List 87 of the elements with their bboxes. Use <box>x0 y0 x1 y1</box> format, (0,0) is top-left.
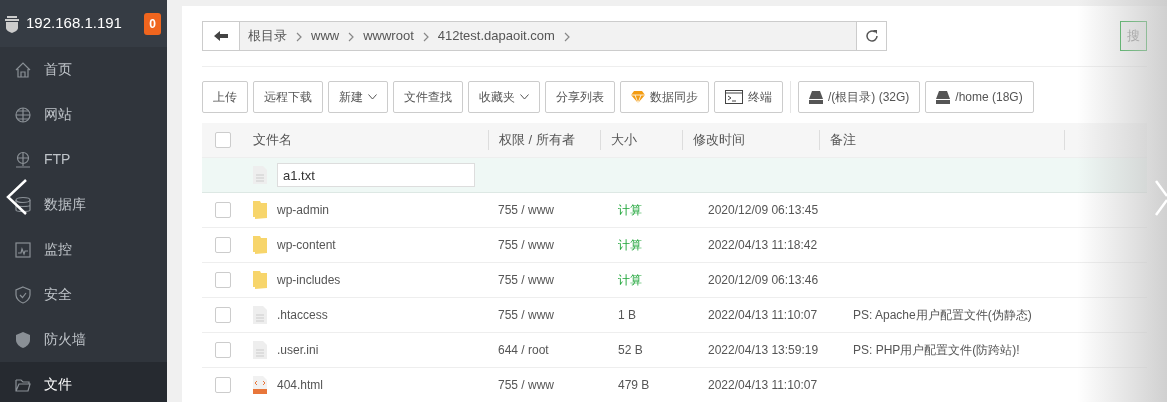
diamond-icon <box>631 91 645 103</box>
html-file-icon <box>253 376 267 394</box>
modified-time: 2022/04/13 11:18:42 <box>707 237 819 254</box>
server-address: 192.168.1.191 <box>26 13 123 34</box>
caret-icon <box>520 94 529 100</box>
file-icon <box>253 166 267 184</box>
drive-icon <box>809 90 823 104</box>
breadcrumb-link[interactable]: wwwroot <box>355 22 422 50</box>
row-checkbox[interactable] <box>215 307 231 323</box>
column-header: 权限 / 所有者 <box>488 130 608 150</box>
back-icon <box>214 31 228 41</box>
file-note: PS: PHP用户配置文件(防跨站)! <box>853 343 1020 357</box>
modified-time: 2022/04/13 11:10:07 <box>707 307 819 324</box>
file-name-input[interactable]: a1.txt <box>277 163 475 187</box>
sidebar-item[interactable]: 数据库 <box>0 182 167 227</box>
file-name[interactable]: wp-includes <box>277 271 341 289</box>
toolbar-button[interactable]: 终端 <box>714 81 783 113</box>
file-note: PS: Apache用户配置文件(伪静态) <box>853 308 1032 322</box>
select-all-checkbox[interactable] <box>215 132 231 148</box>
column-header: 文件名 <box>253 131 293 150</box>
logo-icon <box>4 14 20 33</box>
database-icon <box>14 195 32 214</box>
permission-text: 755 / www <box>497 202 556 219</box>
file-name[interactable]: wp-content <box>277 236 336 254</box>
home-icon <box>14 60 32 79</box>
permission-text: 755 / www <box>497 272 556 289</box>
permission-text: 755 / www <box>497 237 556 254</box>
next-icon[interactable] <box>1155 180 1167 216</box>
row-checkbox[interactable] <box>215 272 231 288</box>
permission-text: 644 / root <box>497 342 550 359</box>
caret-icon <box>368 94 377 100</box>
toolbar-button[interactable]: 数据同步 <box>620 81 709 113</box>
file-icon <box>253 306 267 324</box>
toolbar-button[interactable]: 上传 <box>202 81 248 113</box>
file-size: 52 B <box>618 343 643 357</box>
column-header: 修改时间 <box>682 130 827 150</box>
breadcrumb-link[interactable]: 根目录 <box>240 22 295 50</box>
column-header: 备注 <box>819 130 1064 150</box>
row-checkbox[interactable] <box>215 377 231 393</box>
toolbar-button[interactable]: 新建 <box>328 81 388 113</box>
row-checkbox[interactable] <box>215 342 231 358</box>
drive-icon <box>936 90 951 104</box>
sidebar-item[interactable]: 防火墙 <box>0 317 167 362</box>
shield-icon <box>14 330 32 349</box>
disk-button[interactable]: /home (18G) <box>925 81 1034 113</box>
permission-text: 755 / www <box>497 377 556 394</box>
file-size: 479 B <box>618 378 650 392</box>
terminal-icon <box>725 90 743 104</box>
file-name[interactable]: wp-admin <box>277 201 330 219</box>
sidebar-item[interactable]: 监控 <box>0 227 167 272</box>
row-checkbox[interactable] <box>215 237 231 253</box>
notification-count: 0 <box>144 12 161 35</box>
previous-icon[interactable] <box>6 179 28 215</box>
sidebar-item[interactable]: 安全 <box>0 272 167 317</box>
column-header: 大小 <box>600 130 690 150</box>
toolbar-button[interactable]: 收藏夹 <box>468 81 540 113</box>
sidebar-item[interactable]: 网站 <box>0 92 167 137</box>
refresh-button[interactable] <box>856 22 886 50</box>
file-icon <box>253 341 267 359</box>
sidebar-item[interactable]: FTP <box>0 137 167 182</box>
shield-check-icon <box>14 285 32 304</box>
folder-icon <box>253 236 267 254</box>
permission-text: 755 / www <box>497 307 556 324</box>
monitor-chart-icon <box>14 240 32 259</box>
folder-icon <box>253 271 267 289</box>
modified-time: 2020/12/09 06:13:46 <box>707 272 820 289</box>
sidebar-item[interactable]: 首页 <box>0 47 167 92</box>
breadcrumb-link[interactable]: 412test.dapaoit.com <box>429 22 563 50</box>
modified-time: 2022/04/13 13:59:19 <box>707 342 820 359</box>
breadcrumb-link[interactable]: www <box>303 22 348 50</box>
modified-time: 2022/04/13 11:10:07 <box>707 377 819 394</box>
toolbar-button[interactable]: 文件查找 <box>393 81 463 113</box>
globe-icon <box>14 105 32 124</box>
modified-time: 2020/12/09 06:13:45 <box>707 202 820 219</box>
disk-button[interactable]: /(根目录) (32G) <box>798 81 921 113</box>
sidebar-item[interactable]: 文件 <box>0 362 167 402</box>
file-name[interactable]: .user.ini <box>277 341 319 359</box>
refresh-icon <box>864 29 879 43</box>
row-checkbox[interactable] <box>215 202 231 218</box>
file-size: 1 B <box>618 308 636 322</box>
back-button[interactable] <box>203 22 240 50</box>
folder-icon <box>253 201 267 219</box>
globe-server-icon <box>14 150 32 169</box>
toolbar-button[interactable]: 远程下载 <box>253 81 323 113</box>
file-name[interactable]: .htaccess <box>277 306 328 324</box>
toolbar-button[interactable]: 分享列表 <box>545 81 615 113</box>
file-name[interactable]: 404.html <box>277 376 324 394</box>
